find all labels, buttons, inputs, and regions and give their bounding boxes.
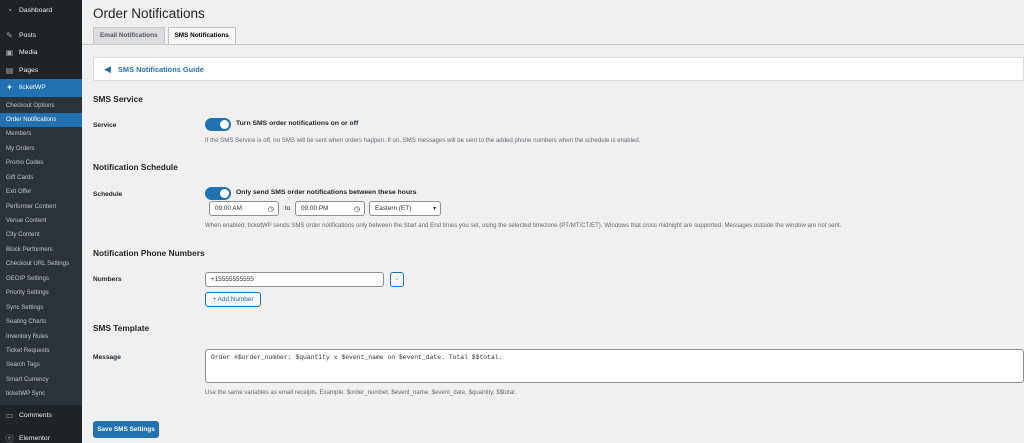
submenu-item-order-notifications[interactable]: Order Notifications — [0, 112, 82, 128]
elementor-icon: ⓔ — [5, 434, 14, 443]
submenu-item[interactable]: Checkout Options — [0, 99, 82, 113]
menu-label: Elementor — [19, 435, 50, 443]
tab-sms-notifications[interactable]: SMS Notifications — [167, 27, 236, 45]
sms-service-toggle[interactable] — [205, 118, 231, 131]
dashboard-icon: ◔ — [7, 6, 12, 16]
submenu-item[interactable]: Members — [0, 127, 82, 141]
menu-label: Pages — [19, 66, 39, 74]
menu-media[interactable]: ▣ Media — [0, 44, 82, 62]
submenu-item[interactable]: Seating Charts — [0, 315, 82, 329]
numbers-label: Numbers — [93, 276, 122, 283]
menu-posts[interactable]: ✎ Posts — [0, 27, 82, 45]
main-content: Order Notifications Email Notifications … — [82, 0, 1024, 443]
message-label: Message — [93, 354, 121, 361]
add-number-button[interactable]: + Add Number — [205, 292, 261, 307]
ticket-icon: ✦ — [6, 83, 13, 93]
pin-icon: ✎ — [6, 30, 13, 40]
clock-icon: ◷ — [267, 205, 274, 213]
clock-icon: ◷ — [353, 205, 360, 213]
template-heading: SMS Template — [93, 323, 150, 333]
submenu-item[interactable]: ticketWP Sync — [0, 387, 82, 401]
admin-sidebar: ◔ Dashboard ✎ Posts ▣ Media ▤ Pages ✦ ti… — [0, 0, 82, 443]
phone-number-input[interactable]: +15555555555 — [205, 272, 384, 287]
remove-number-button[interactable]: - — [390, 272, 404, 287]
schedule-heading: Notification Schedule — [93, 162, 178, 172]
service-label: Service — [93, 122, 117, 129]
menu-label: Dashboard — [19, 7, 53, 15]
menu-dashboard[interactable]: ◔ Dashboard — [0, 2, 82, 20]
menu-elementor[interactable]: ⓔ Elementor — [0, 430, 82, 443]
end-time-input[interactable]: 09:00 PM ◷ — [295, 201, 365, 216]
page-title: Order Notifications — [93, 6, 205, 21]
schedule-toggle-label: Only send SMS order notifications betwee… — [236, 189, 417, 196]
end-time-value: 09:00 PM — [301, 205, 329, 212]
submenu-item[interactable]: Venue Content — [0, 214, 82, 228]
timezone-value: Eastern (ET) — [375, 205, 412, 212]
schedule-toggle[interactable] — [205, 187, 231, 200]
menu-label: Media — [19, 49, 38, 57]
megaphone-icon: ◀ — [104, 63, 111, 74]
schedule-help: When enabled, ticketWP sends SMS order n… — [205, 222, 842, 229]
submenu-item[interactable]: City Content — [0, 228, 82, 242]
sms-service-toggle-label: Turn SMS order notifications on or off — [236, 120, 359, 127]
tab-email-notifications[interactable]: Email Notifications — [93, 27, 165, 45]
submenu-item[interactable]: Ticket Requests — [0, 344, 82, 358]
template-help: Use the same variables as email receipts… — [205, 389, 517, 396]
save-sms-settings-button[interactable]: Save SMS Settings — [93, 421, 159, 438]
tab-divider — [82, 44, 1024, 45]
submenu-item[interactable]: Block Performers — [0, 243, 82, 257]
start-time-value: 09:00 AM — [215, 205, 243, 212]
media-icon: ▣ — [5, 48, 14, 58]
sms-guide-panel[interactable]: ◀ SMS Notifications Guide — [93, 57, 1024, 81]
menu-label: ticketWP — [19, 84, 46, 92]
submenu-item[interactable]: My Orders — [0, 142, 82, 156]
submenu-item[interactable]: Promo Codes — [0, 156, 82, 170]
submenu-item[interactable]: Smart Currency — [0, 373, 82, 387]
menu-comments[interactable]: ▭ Comments — [0, 407, 82, 425]
start-time-input[interactable]: 09:00 AM ◷ — [209, 201, 279, 216]
submenu-item[interactable]: GEOIP Settings — [0, 272, 82, 286]
tab-bar: Email Notifications SMS Notifications — [93, 27, 239, 45]
numbers-heading: Notification Phone Numbers — [93, 248, 205, 258]
submenu-item[interactable]: Search Tags — [0, 358, 82, 372]
submenu-item[interactable]: Priority Settings — [0, 286, 82, 300]
submenu-item[interactable]: Exit Offer — [0, 185, 82, 199]
message-textarea[interactable]: Order #$order_number: $quantity x $event… — [205, 349, 1024, 383]
chevron-down-icon: ▾ — [432, 206, 436, 212]
menu-label: Comments — [19, 411, 52, 419]
to-label: to — [285, 205, 291, 212]
submenu-item[interactable]: Gift Cards — [0, 171, 82, 185]
comments-icon: ▭ — [5, 410, 14, 420]
menu-pages[interactable]: ▤ Pages — [0, 62, 82, 80]
submenu-item[interactable]: Sync Settings — [0, 301, 82, 315]
submenu-item[interactable]: Checkout URL Settings — [0, 257, 82, 271]
schedule-label: Schedule — [93, 191, 123, 198]
timezone-select[interactable]: Eastern (ET) ▾ — [369, 201, 441, 216]
menu-ticketwp[interactable]: ✦ ticketWP — [0, 79, 82, 97]
pages-icon: ▤ — [5, 65, 14, 75]
guide-title: SMS Notifications Guide — [118, 64, 204, 74]
submenu-item[interactable]: Performer Content — [0, 200, 82, 214]
sms-service-heading: SMS Service — [93, 94, 143, 104]
ticketwp-submenu: Checkout Options Order Notifications Mem… — [0, 96, 82, 405]
submenu-item[interactable]: Inventory Rules — [0, 330, 82, 344]
sms-service-help: If the SMS Service is off, no SMS will b… — [205, 137, 641, 144]
menu-label: Posts — [19, 31, 36, 39]
